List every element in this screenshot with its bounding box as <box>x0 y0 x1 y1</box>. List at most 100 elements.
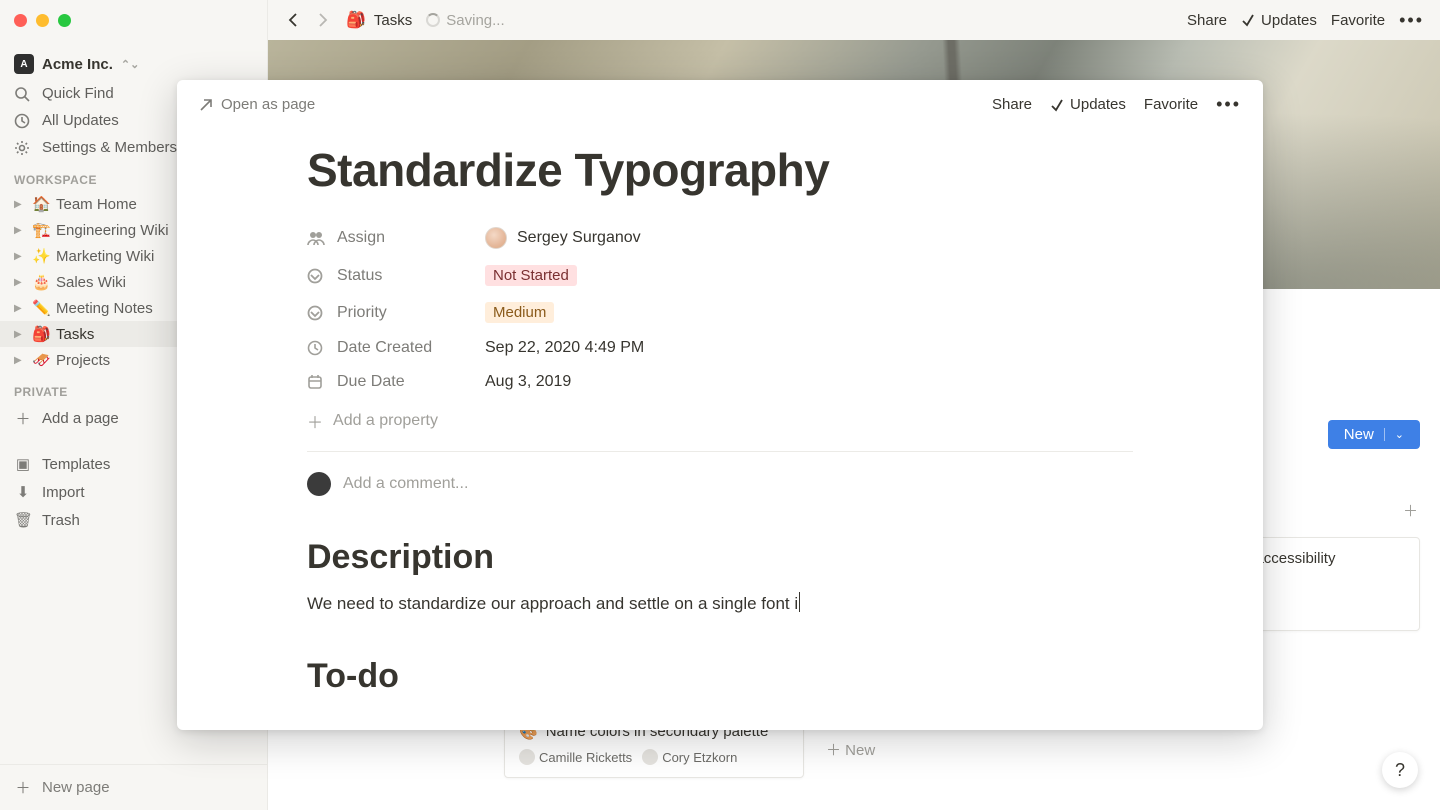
saving-label: Saving... <box>446 12 504 29</box>
todo-heading[interactable]: To-do <box>307 657 1133 696</box>
workspace-switcher[interactable]: A Acme Inc. ⌃⌄ <box>0 48 267 80</box>
status-badge: Not Started <box>485 265 577 286</box>
person-icon <box>307 229 325 247</box>
mac-traffic-lights <box>14 14 71 27</box>
created-value: Sep 22, 2020 4:49 PM <box>485 339 644 357</box>
back-button[interactable] <box>284 10 304 30</box>
sidebar-item-label: Projects <box>56 352 110 369</box>
forward-button[interactable] <box>312 10 332 30</box>
sidebar-item-label: Meeting Notes <box>56 300 153 317</box>
plus-icon: ＋ <box>14 408 32 429</box>
quick-find-label: Quick Find <box>42 85 114 102</box>
add-property-button[interactable]: ＋ Add a property <box>307 399 1133 443</box>
chevron-right-icon: ▶ <box>14 225 26 236</box>
plus-icon: ＋ <box>307 409 323 433</box>
chevron-down-icon[interactable]: ⌄ <box>1384 428 1404 441</box>
all-updates-label: All Updates <box>42 112 119 129</box>
page-icon: 🎂 <box>32 273 50 291</box>
priority-label: Priority <box>337 304 387 322</box>
description-text[interactable]: We need to standardize our approach and … <box>307 591 1133 617</box>
avatar-icon <box>519 749 535 765</box>
minimize-window-icon[interactable] <box>36 14 49 27</box>
modal-body[interactable]: Standardize Typography Assign Sergey Sur… <box>177 129 1263 730</box>
description-heading[interactable]: Description <box>307 538 1133 577</box>
clock-icon <box>307 340 325 356</box>
page-title[interactable]: Standardize Typography <box>307 143 1133 197</box>
breadcrumb-title: Tasks <box>374 12 412 29</box>
trash-label: Trash <box>42 512 80 529</box>
chevron-right-icon: ▶ <box>14 277 26 288</box>
select-icon <box>307 305 325 321</box>
modal-share-button[interactable]: Share <box>992 96 1032 113</box>
sidebar-item-label: Tasks <box>56 326 94 343</box>
card-person: Cory Etzkorn <box>662 750 737 765</box>
workspace-name: Acme Inc. <box>42 56 113 73</box>
new-page-label: New page <box>42 779 110 796</box>
plus-icon: ＋ <box>14 777 32 798</box>
new-card-label: New <box>845 742 875 759</box>
property-priority[interactable]: Priority Medium <box>307 294 1133 331</box>
page-icon: 🏗️ <box>32 221 50 239</box>
page-icon: 🎒 <box>32 325 50 343</box>
avatar-icon <box>485 227 507 249</box>
property-date-created[interactable]: Date Created Sep 22, 2020 4:49 PM <box>307 331 1133 365</box>
chevron-right-icon: ▶ <box>14 199 26 210</box>
gear-icon <box>14 140 32 156</box>
page-icon: 🛷 <box>32 351 50 369</box>
share-button[interactable]: Share <box>1187 12 1227 29</box>
modal-updates-button[interactable]: Updates <box>1050 96 1126 113</box>
add-comment-input[interactable]: Add a comment... <box>307 466 1133 520</box>
breadcrumb[interactable]: 🎒 Tasks <box>346 10 412 30</box>
assign-value: Sergey Surganov <box>517 229 641 247</box>
avatar-icon <box>642 749 658 765</box>
template-icon: ▣ <box>14 455 32 473</box>
chevron-right-icon: ▶ <box>14 303 26 314</box>
sidebar-footer: ＋ New page <box>0 764 267 810</box>
page-icon: ✨ <box>32 247 50 265</box>
import-label: Import <box>42 484 85 501</box>
open-as-page-button[interactable]: Open as page <box>199 96 315 113</box>
workspace-logo-icon: A <box>14 54 34 74</box>
new-page-button[interactable]: ＋ New page <box>0 765 267 810</box>
topbar: 🎒 Tasks Saving... Share Updates Favorite… <box>268 0 1440 40</box>
sidebar-item-label: Engineering Wiki <box>56 222 169 239</box>
property-due-date[interactable]: Due Date Aug 3, 2019 <box>307 365 1133 399</box>
status-label: Status <box>337 267 382 285</box>
new-button-label: New <box>1344 426 1374 443</box>
help-button[interactable]: ? <box>1382 752 1418 788</box>
card-person: Camille Ricketts <box>539 750 632 765</box>
add-comment-placeholder: Add a comment... <box>343 475 468 493</box>
page-icon: ✏️ <box>32 299 50 317</box>
help-icon: ? <box>1395 760 1405 781</box>
updates-label: Updates <box>1261 12 1317 29</box>
new-button[interactable]: New ⌄ <box>1328 420 1420 449</box>
chevron-right-icon: ▶ <box>14 329 26 340</box>
description-body: We need to standardize our approach and … <box>307 594 798 613</box>
property-status[interactable]: Status Not Started <box>307 257 1133 294</box>
new-card-button[interactable]: ＋ New <box>822 729 1102 770</box>
favorite-button[interactable]: Favorite <box>1331 12 1385 29</box>
updates-button[interactable]: Updates <box>1241 12 1317 29</box>
close-window-icon[interactable] <box>14 14 27 27</box>
search-icon <box>14 86 32 102</box>
breadcrumb-icon: 🎒 <box>346 10 366 30</box>
more-menu-button[interactable]: ••• <box>1399 10 1424 31</box>
due-value: Aug 3, 2019 <box>485 373 571 391</box>
assign-label: Assign <box>337 229 385 247</box>
spinner-icon <box>426 13 440 27</box>
clock-icon <box>14 113 32 129</box>
modal-more-button[interactable]: ••• <box>1216 94 1241 115</box>
sidebar-item-label: Sales Wiki <box>56 274 126 291</box>
sidebar-item-label: Team Home <box>56 196 137 213</box>
text-cursor-icon <box>799 592 800 612</box>
property-assign[interactable]: Assign Sergey Surganov <box>307 219 1133 257</box>
modal-toolbar: Open as page Share Updates Favorite ••• <box>177 80 1263 129</box>
add-card-icon[interactable]: ＋ <box>1403 500 1418 521</box>
add-page-label: Add a page <box>42 410 119 427</box>
maximize-window-icon[interactable] <box>58 14 71 27</box>
modal-favorite-button[interactable]: Favorite <box>1144 96 1198 113</box>
import-icon: ⬇ <box>14 483 32 501</box>
sidebar-item-label: Marketing Wiki <box>56 248 154 265</box>
priority-badge: Medium <box>485 302 554 323</box>
add-property-label: Add a property <box>333 412 438 430</box>
